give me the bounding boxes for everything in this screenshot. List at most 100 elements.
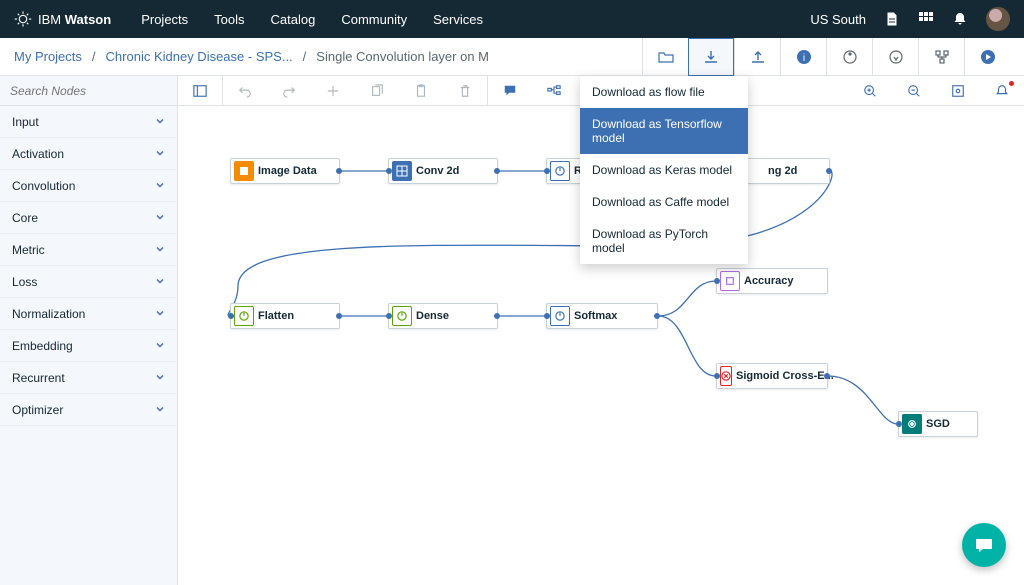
comment-button[interactable]	[488, 76, 532, 106]
category-optimizer[interactable]: Optimizer	[0, 394, 177, 426]
category-label: Embedding	[12, 339, 73, 353]
category-core[interactable]: Core	[0, 202, 177, 234]
flow-canvas[interactable]: Image Data Conv 2d R… ng 2d	[178, 106, 1024, 585]
category-activation[interactable]: Activation	[0, 138, 177, 170]
nav-community[interactable]: Community	[341, 12, 407, 27]
brand-logo[interactable]: IBM Watson	[14, 10, 111, 28]
optimizer-icon	[902, 414, 922, 434]
search-input[interactable]	[10, 84, 167, 98]
avatar[interactable]	[986, 7, 1010, 31]
copy-button[interactable]	[355, 76, 399, 106]
dd-keras[interactable]: Download as Keras model	[580, 154, 748, 186]
category-label: Convolution	[12, 179, 75, 193]
run-button[interactable]	[964, 38, 1010, 76]
crumb-root[interactable]: My Projects	[14, 49, 82, 64]
redo-button[interactable]	[267, 76, 311, 106]
category-normalization[interactable]: Normalization	[0, 298, 177, 330]
search-row	[0, 76, 177, 106]
undo-button[interactable]	[223, 76, 267, 106]
dd-pytorch[interactable]: Download as PyTorch model	[580, 218, 748, 264]
zoom-in-button[interactable]	[848, 76, 892, 106]
crumb-sep: /	[303, 49, 307, 64]
node-label: Conv 2d	[416, 165, 469, 177]
upload-button[interactable]	[734, 38, 780, 76]
category-label: Core	[12, 211, 38, 225]
dense-icon	[392, 306, 412, 326]
grid-icon[interactable]	[918, 11, 934, 27]
dd-flow-file[interactable]: Download as flow file	[580, 76, 748, 108]
info-button[interactable]: i	[780, 38, 826, 76]
category-convolution[interactable]: Convolution	[0, 170, 177, 202]
svg-text:i: i	[802, 53, 804, 64]
chevron-down-icon	[155, 339, 165, 353]
delete-button[interactable]	[443, 76, 487, 106]
nav-links: Projects Tools Catalog Community Service…	[141, 12, 483, 27]
node-label: Dense	[416, 310, 459, 322]
chevron-down-icon	[155, 275, 165, 289]
chevron-down-icon	[155, 147, 165, 161]
softmax-icon	[550, 306, 570, 326]
node-softmax[interactable]: Softmax	[546, 303, 658, 329]
document-icon[interactable]	[884, 11, 900, 27]
node-label: Flatten	[258, 310, 304, 322]
breadcrumb-bar: My Projects / Chronic Kidney Disease - S…	[0, 38, 1024, 76]
chevron-down-icon	[155, 307, 165, 321]
paste-button[interactable]	[399, 76, 443, 106]
cloud-button[interactable]	[872, 38, 918, 76]
region-selector[interactable]: US South	[810, 12, 866, 27]
sidebar: Input Activation Convolution Core Metric Loss…	[0, 76, 178, 585]
node-dense[interactable]: Dense	[388, 303, 498, 329]
nav-catalog[interactable]: Catalog	[271, 12, 316, 27]
chat-fab[interactable]	[962, 523, 1006, 567]
chevron-down-icon	[155, 403, 165, 417]
top-nav: IBM Watson Projects Tools Catalog Commun…	[0, 0, 1024, 38]
category-label: Activation	[12, 147, 64, 161]
category-loss[interactable]: Loss	[0, 266, 177, 298]
activation-icon	[550, 161, 570, 181]
zoom-fit-button[interactable]	[936, 76, 980, 106]
main: Input Activation Convolution Core Metric Loss…	[0, 76, 1024, 585]
chevron-down-icon	[155, 371, 165, 385]
category-embedding[interactable]: Embedding	[0, 330, 177, 362]
node-label: Softmax	[574, 310, 627, 322]
node-label: ng 2d	[746, 165, 807, 177]
chevron-down-icon	[155, 243, 165, 257]
download-button[interactable]	[688, 38, 734, 76]
sidebar-toggle-button[interactable]	[178, 76, 222, 106]
conv-icon	[392, 161, 412, 181]
open-folder-button[interactable]	[642, 38, 688, 76]
node-conv2d[interactable]: Conv 2d	[388, 158, 498, 184]
dd-caffe[interactable]: Download as Caffe model	[580, 186, 748, 218]
node-image-data[interactable]: Image Data	[230, 158, 340, 184]
node-accuracy[interactable]: Accuracy	[716, 268, 828, 294]
category-label: Metric	[12, 243, 45, 257]
bell-icon[interactable]	[952, 11, 968, 27]
nav-projects[interactable]: Projects	[141, 12, 188, 27]
node-label: SGD	[926, 418, 960, 430]
nav-services[interactable]: Services	[433, 12, 483, 27]
dd-tensorflow[interactable]: Download as Tensorflow model	[580, 108, 748, 154]
layout-button[interactable]	[532, 76, 576, 106]
zoom-out-button[interactable]	[892, 76, 936, 106]
node-sigmoid-cross-entropy[interactable]: Sigmoid Cross-E...	[716, 363, 828, 389]
nav-right: US South	[810, 7, 1010, 31]
category-input[interactable]: Input	[0, 106, 177, 138]
brand-text: IBM Watson	[38, 12, 111, 27]
add-button[interactable]	[311, 76, 355, 106]
nav-tools[interactable]: Tools	[214, 12, 244, 27]
palette-button[interactable]	[826, 38, 872, 76]
category-label: Loss	[12, 275, 37, 289]
notifications-button[interactable]	[980, 76, 1024, 106]
category-metric[interactable]: Metric	[0, 234, 177, 266]
node-sgd[interactable]: SGD	[898, 411, 978, 437]
crumb-sep: /	[92, 49, 96, 64]
chevron-down-icon	[155, 211, 165, 225]
tree-button[interactable]	[918, 38, 964, 76]
chat-icon	[974, 535, 994, 555]
loss-icon	[720, 366, 732, 386]
category-recurrent[interactable]: Recurrent	[0, 362, 177, 394]
category-label: Normalization	[12, 307, 85, 321]
chevron-down-icon	[155, 179, 165, 193]
node-flatten[interactable]: Flatten	[230, 303, 340, 329]
crumb-project[interactable]: Chronic Kidney Disease - SPS...	[106, 49, 293, 64]
